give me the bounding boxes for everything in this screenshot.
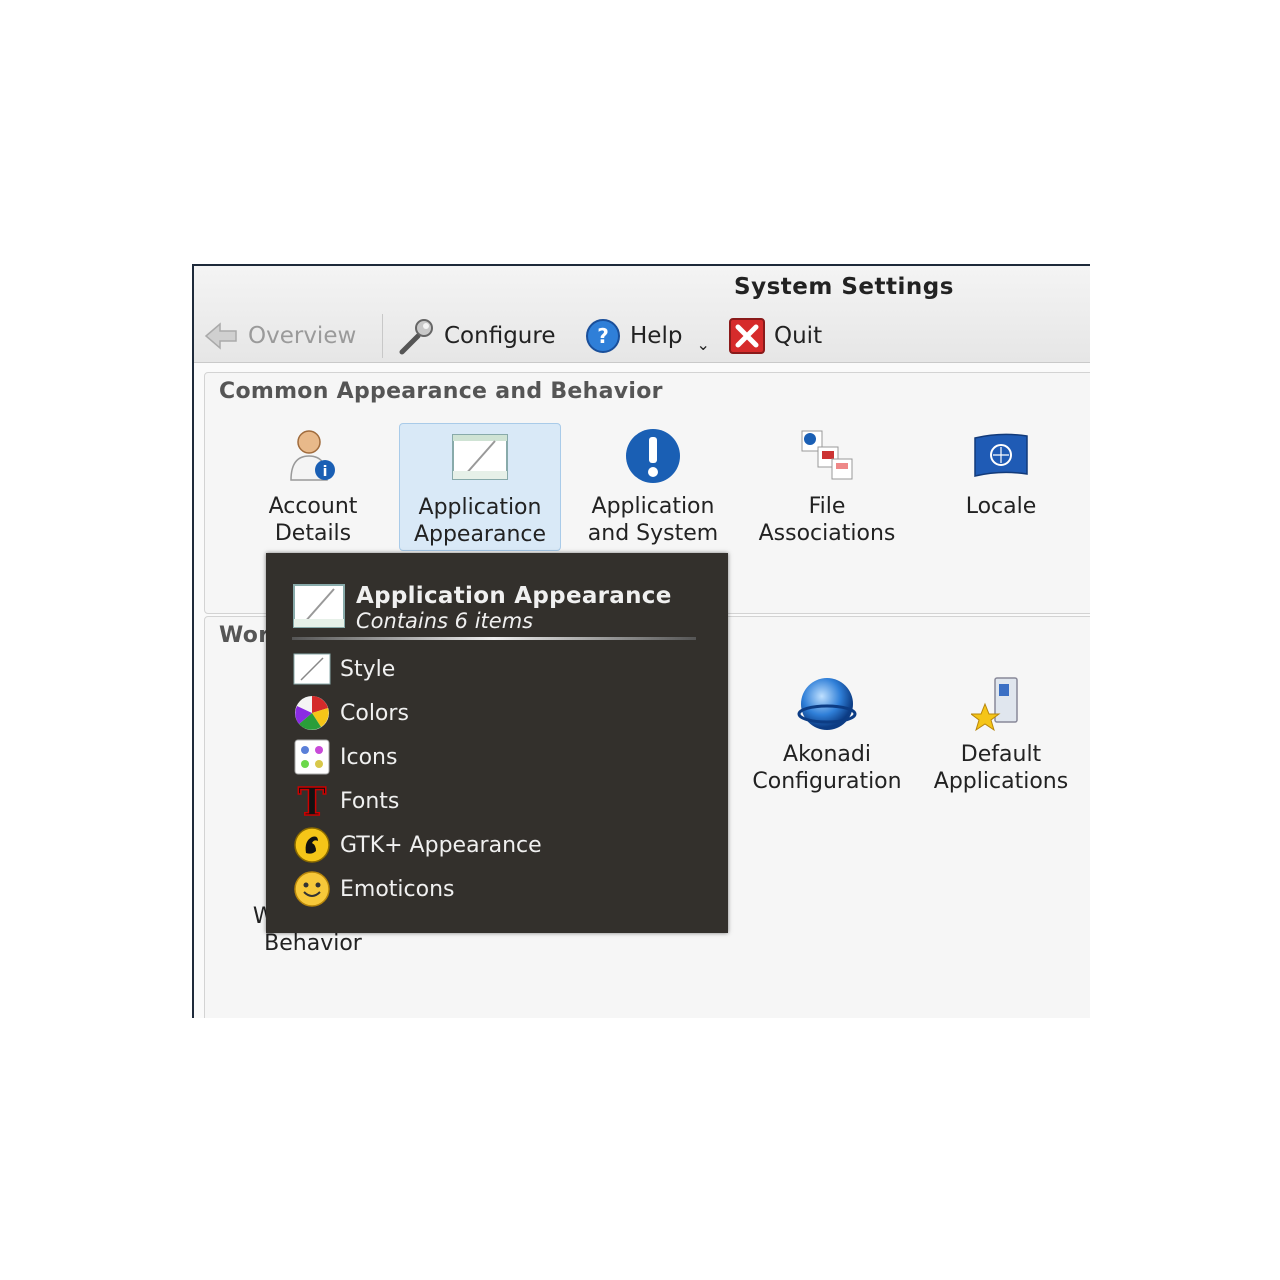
tooltip-item-label: Fonts: [340, 788, 400, 814]
category-tooltip: Application Appearance Contains 6 items …: [266, 553, 728, 933]
item-label: Default Applications: [933, 742, 1069, 794]
tooltip-item-label: Emoticons: [340, 876, 455, 902]
tooltip-item-label: GTK+ Appearance: [340, 832, 542, 858]
toolbar-separator: [382, 314, 383, 358]
item-akonadi[interactable]: Akonadi Configuration: [747, 671, 907, 795]
tooltip-item-icons: Icons: [292, 735, 542, 779]
tooltip-item-label: Colors: [340, 700, 409, 726]
item-default-applications[interactable]: Default Applications: [921, 671, 1081, 795]
tooltip-item-style: Style: [292, 647, 542, 691]
configure-label: Configure: [444, 323, 556, 349]
tooltip-item-list: Style Colors Icons T Fonts GTK+ Appearan…: [292, 647, 542, 911]
fonts-icon: T: [292, 781, 332, 821]
tooltip-divider: [292, 637, 696, 640]
item-notifications[interactable]: Application and System Notifications: [573, 423, 733, 549]
item-label: Application and System Notifications: [584, 494, 722, 549]
help-dropdown-chevron-icon[interactable]: ⌄: [696, 335, 709, 354]
tooltip-item-label: Style: [340, 656, 396, 682]
item-label: Application Appearance: [413, 495, 547, 547]
back-arrow-icon: [204, 320, 240, 352]
tooltip-item-label: Icons: [340, 744, 398, 770]
tooltip-header: Application Appearance Contains 6 items: [292, 581, 672, 635]
item-label: File Associations: [758, 494, 896, 546]
default-apps-icon: [921, 671, 1081, 737]
akonadi-sphere-icon: [747, 671, 907, 737]
item-locale[interactable]: Locale: [921, 423, 1081, 520]
colors-icon: [292, 693, 332, 733]
file-associations-icon: [747, 423, 907, 489]
item-label: Akonadi Configuration: [752, 742, 902, 794]
quit-label: Quit: [774, 323, 823, 349]
window-style-icon: [400, 424, 560, 490]
icons-icon: [292, 737, 332, 777]
tooltip-item-gtk: GTK+ Appearance: [292, 823, 542, 867]
quit-button[interactable]: Quit: [728, 316, 822, 356]
help-question-icon: ?: [584, 317, 622, 355]
gtk-icon: [292, 825, 332, 865]
quit-close-icon: [728, 317, 766, 355]
group-title: Common Appearance and Behavior: [219, 379, 663, 404]
tooltip-item-emoticons: Emoticons: [292, 867, 542, 911]
titlebar: System Settings Overview Configure ? Hel…: [194, 266, 1090, 363]
tooltip-item-fonts: T Fonts: [292, 779, 542, 823]
un-flag-icon: [921, 423, 1081, 489]
overview-label: Overview: [248, 323, 357, 349]
style-icon: [292, 649, 332, 689]
item-label: Account Details: [268, 494, 358, 546]
emoticons-icon: [292, 869, 332, 909]
item-file-associations[interactable]: File Associations: [747, 423, 907, 547]
wrench-icon: [396, 316, 436, 356]
window-style-icon: [292, 581, 346, 635]
tooltip-subtitle: Contains 6 items: [356, 609, 534, 633]
overview-button[interactable]: Overview: [204, 316, 356, 356]
svg-text:T: T: [298, 781, 326, 821]
item-account-details[interactable]: i Account Details: [233, 423, 393, 547]
item-label: Locale: [965, 494, 1037, 519]
help-button[interactable]: ? Help ⌄: [584, 316, 710, 356]
svg-text:i: i: [323, 464, 328, 480]
tooltip-title: Application Appearance: [356, 583, 672, 609]
window-title: System Settings: [734, 274, 954, 300]
svg-text:?: ?: [597, 324, 609, 348]
item-application-appearance[interactable]: Application Appearance: [399, 423, 561, 551]
tooltip-item-colors: Colors: [292, 691, 542, 735]
user-info-icon: i: [233, 423, 393, 489]
help-label: Help: [630, 323, 683, 349]
notification-exclamation-icon: [573, 423, 733, 489]
configure-button[interactable]: Configure: [396, 316, 555, 356]
